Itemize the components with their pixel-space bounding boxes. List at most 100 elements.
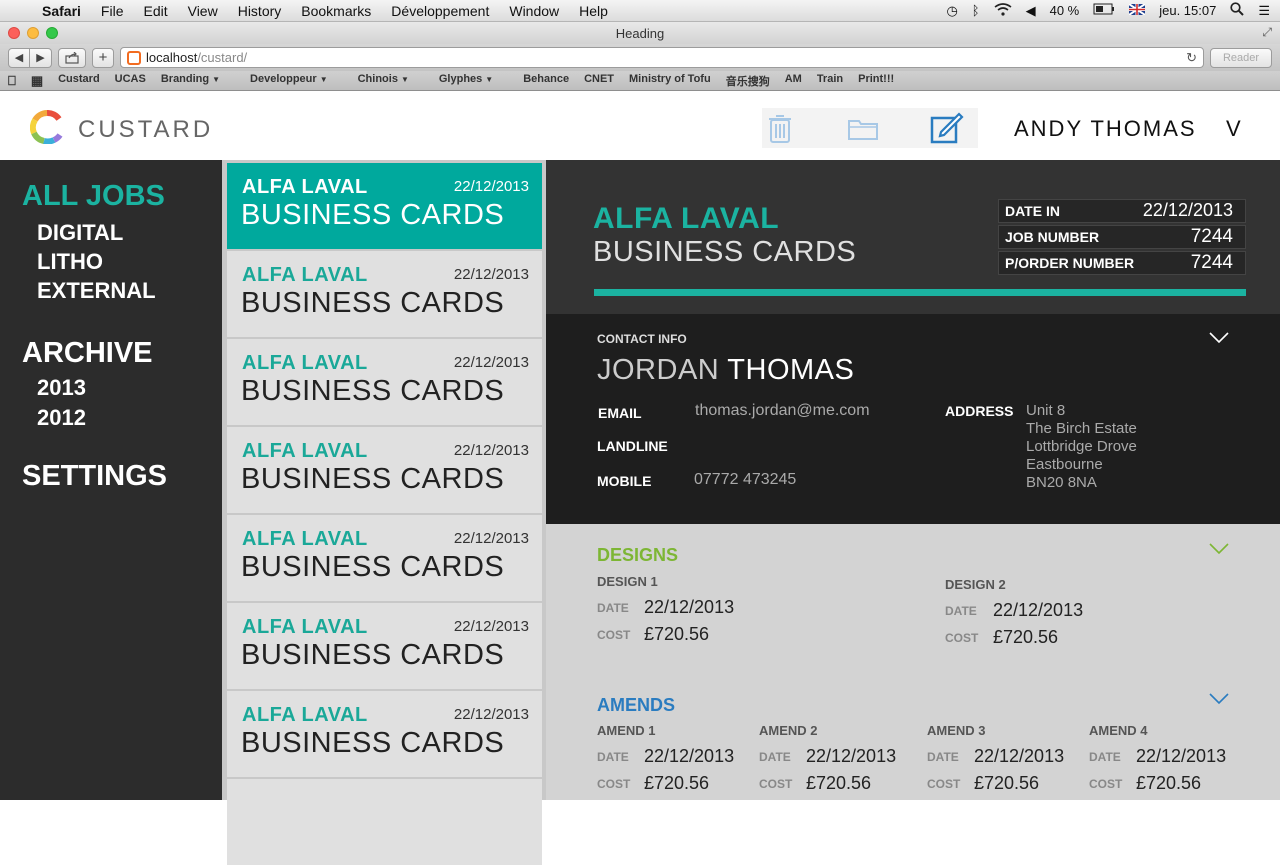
job-date: 22/12/2013 <box>453 530 529 547</box>
job-date: 22/12/2013 <box>453 706 529 723</box>
caret-down-icon: ▼ <box>400 74 409 84</box>
chevron-down-icon[interactable] <box>1209 332 1229 344</box>
menu-bookmarks[interactable]: Bookmarks <box>291 3 381 19</box>
wifi-icon[interactable] <box>994 2 1012 19</box>
address-bar[interactable]: localhost/custard/ ↻ <box>120 47 1204 68</box>
sidebar-archive[interactable]: ARCHIVE <box>22 337 153 370</box>
user-menu-toggle[interactable]: V <box>1226 116 1241 142</box>
notification-center-icon[interactable]: ☰ <box>1258 3 1270 19</box>
menu-app[interactable]: Safari <box>38 3 91 19</box>
menu-history[interactable]: History <box>228 3 292 19</box>
battery-label[interactable]: 40 % <box>1050 3 1080 18</box>
volume-icon[interactable]: ◀ <box>1026 3 1036 19</box>
bookmark-item[interactable]: Print!!! <box>858 73 894 89</box>
bookmark-item[interactable]: Train <box>817 73 843 89</box>
job-card[interactable]: ALFA LAVAL 22/12/2013 BUSINESS CARDS <box>227 163 542 249</box>
meta-value: 7244 <box>1190 252 1233 273</box>
job-card-partial[interactable] <box>227 779 542 865</box>
job-date: 22/12/2013 <box>453 354 529 371</box>
design-name[interactable]: DESIGN 1 <box>597 574 658 589</box>
cost-label: COST <box>597 777 631 791</box>
date-label: DATE <box>945 604 977 618</box>
bookmark-item[interactable]: CNET <box>584 73 614 89</box>
sidebar-all-jobs[interactable]: ALL JOBS <box>22 180 165 213</box>
sidebar-item-digital[interactable]: DIGITAL <box>37 220 123 246</box>
job-client: ALFA LAVAL <box>242 528 368 550</box>
amend-name[interactable]: AMEND 2 <box>759 723 818 738</box>
menu-window[interactable]: Window <box>499 3 569 19</box>
mobile-value[interactable]: 07772 473245 <box>694 471 796 489</box>
job-card[interactable]: ALFA LAVAL 22/12/2013 BUSINESS CARDS <box>227 427 542 513</box>
new-tab-button[interactable]: + <box>92 47 114 68</box>
flag-uk-icon[interactable] <box>1128 3 1146 18</box>
menu-help[interactable]: Help <box>569 3 618 19</box>
cost-label: COST <box>927 777 961 791</box>
mobile-label: MOBILE <box>597 473 652 489</box>
detail-client: ALFA LAVAL <box>593 202 780 235</box>
folder-icon[interactable] <box>848 118 878 140</box>
menu-file[interactable]: File <box>91 3 134 19</box>
back-button[interactable]: ◀ <box>8 47 30 68</box>
bookmark-item[interactable]: Developpeur ▼ <box>250 73 343 89</box>
address-line: Eastbourne <box>1026 456 1103 473</box>
brand-name: CUSTARD <box>78 116 214 143</box>
bookmark-item[interactable]: UCAS <box>115 73 146 89</box>
email-value[interactable]: thomas.jordan@me.com <box>695 402 870 420</box>
amend-name[interactable]: AMEND 3 <box>927 723 986 738</box>
bookmark-item[interactable]: Chinois ▼ <box>358 73 424 89</box>
reload-icon[interactable]: ↻ <box>1186 50 1197 66</box>
reader-button[interactable]: Reader <box>1210 47 1272 68</box>
sidebar-settings[interactable]: SETTINGS <box>22 460 167 493</box>
job-card[interactable]: ALFA LAVAL 22/12/2013 BUSINESS CARDS <box>227 691 542 777</box>
chevron-down-icon[interactable] <box>1209 693 1229 705</box>
edit-icon[interactable] <box>930 112 964 144</box>
sidebar-item-2013[interactable]: 2013 <box>37 375 86 401</box>
sidebar-item-litho[interactable]: LITHO <box>37 249 103 275</box>
menu-developpement[interactable]: Développement <box>381 3 499 19</box>
trash-icon[interactable] <box>768 114 792 144</box>
bluetooth-icon[interactable]: ᛒ <box>972 3 980 18</box>
time-machine-icon[interactable]: ◷ <box>946 3 957 19</box>
clock[interactable]: jeu. 15:07 <box>1159 3 1216 18</box>
user-name[interactable]: ANDY THOMAS <box>1014 116 1197 142</box>
share-button[interactable] <box>58 47 86 68</box>
bookmark-item[interactable]: Ministry of Tofu <box>629 73 711 89</box>
job-list: ALFA LAVAL 22/12/2013 BUSINESS CARDS ALFA L… <box>222 160 546 865</box>
job-card[interactable]: ALFA LAVAL 22/12/2013 BUSINESS CARDS <box>227 251 542 337</box>
menu-edit[interactable]: Edit <box>133 3 177 19</box>
chevron-down-icon[interactable] <box>1209 543 1229 555</box>
custard-logo-icon[interactable] <box>30 110 64 144</box>
job-client: ALFA LAVAL <box>242 352 368 374</box>
close-window-button[interactable] <box>8 27 20 39</box>
bookmark-item[interactable]: 音乐搜狗 <box>726 73 770 89</box>
reading-list-icon[interactable]: ⎕ <box>8 73 16 89</box>
sidebar-item-2012[interactable]: 2012 <box>37 405 86 431</box>
sidebar-item-external[interactable]: EXTERNAL <box>37 278 156 304</box>
bookmark-item[interactable]: Custard <box>58 73 100 89</box>
design-name[interactable]: DESIGN 2 <box>945 577 1006 592</box>
job-card[interactable]: ALFA LAVAL 22/12/2013 BUSINESS CARDS <box>227 603 542 689</box>
job-card[interactable]: ALFA LAVAL 22/12/2013 BUSINESS CARDS <box>227 515 542 601</box>
zoom-window-button[interactable] <box>46 27 58 39</box>
bookmark-label: Print!!! <box>858 72 895 85</box>
bookmark-item[interactable]: Behance <box>523 73 569 89</box>
forward-button[interactable]: ▶ <box>30 47 52 68</box>
mac-menubar: Safari File Edit View History Bookmarks … <box>0 0 1280 22</box>
minimize-window-button[interactable] <box>27 27 39 39</box>
job-product: BUSINESS CARDS <box>241 287 505 319</box>
menu-view[interactable]: View <box>178 3 228 19</box>
bookmark-item[interactable]: Glyphes ▼ <box>439 73 508 89</box>
bookmark-label: Custard <box>58 72 100 85</box>
amend-name[interactable]: AMEND 4 <box>1089 723 1148 738</box>
amend-name[interactable]: AMEND 1 <box>597 723 656 738</box>
bookmark-item[interactable]: Branding ▼ <box>161 73 235 89</box>
spotlight-search-icon[interactable] <box>1230 2 1245 19</box>
bookmark-label: Developpeur <box>250 72 317 85</box>
top-sites-icon[interactable]: ▦ <box>31 73 43 89</box>
fullscreen-icon[interactable]: ⤢ <box>1262 25 1272 40</box>
job-card[interactable]: ALFA LAVAL 22/12/2013 BUSINESS CARDS <box>227 339 542 425</box>
job-product: BUSINESS CARDS <box>241 375 505 407</box>
address-line: Unit 8 <box>1026 402 1066 419</box>
email-label: EMAIL <box>598 405 642 421</box>
bookmark-item[interactable]: AM <box>785 73 802 89</box>
